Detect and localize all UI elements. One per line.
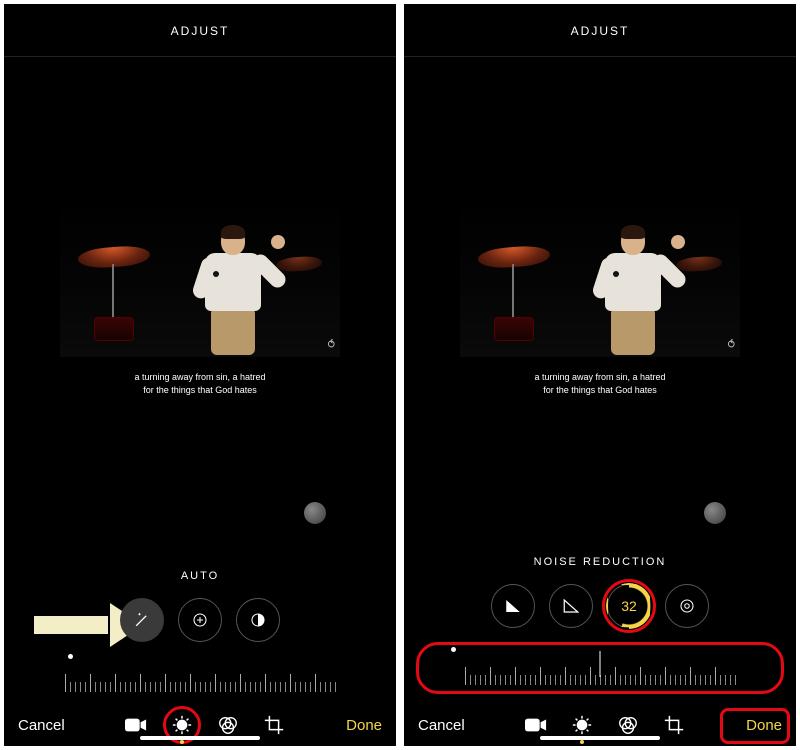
value-slider[interactable]: /*ticks drawn below via template*/	[4, 652, 396, 702]
exposure-icon	[191, 611, 209, 629]
highlight-box	[720, 708, 790, 744]
video-icon	[125, 717, 147, 733]
vignette-button[interactable]	[665, 584, 709, 628]
home-indicator[interactable]	[540, 736, 660, 740]
highlight-ring	[602, 579, 656, 633]
crop-mode-button[interactable]	[663, 714, 685, 736]
cancel-button[interactable]: Cancel	[18, 717, 65, 734]
done-button[interactable]: Done	[346, 717, 382, 734]
subtitle-text: a turning away from sin, a hatred for th…	[134, 371, 265, 396]
editor-screen-noise: ADJUST ⥀ a turning away from sin, a hatr…	[404, 4, 796, 746]
playhead-dot[interactable]	[704, 502, 726, 524]
page-title: ADJUST	[4, 4, 396, 57]
crop-mode-button[interactable]	[263, 714, 285, 736]
filters-mode-button[interactable]	[217, 714, 239, 736]
value-slider[interactable]	[416, 642, 784, 694]
subtitle-text: a turning away from sin, a hatred for th…	[534, 371, 665, 396]
filters-mode-button[interactable]	[617, 714, 639, 736]
auto-enhance-button[interactable]	[120, 598, 164, 642]
filters-icon	[217, 714, 239, 736]
video-mode-button[interactable]	[125, 714, 147, 736]
crop-icon	[663, 714, 685, 736]
crop-icon	[263, 714, 285, 736]
exposure-button[interactable]	[178, 598, 222, 642]
loop-icon: ⥀	[727, 338, 734, 351]
bottom-toolbar: Cancel Done	[404, 702, 796, 746]
filters-icon	[617, 714, 639, 736]
loop-icon: ⥀	[327, 338, 334, 351]
cancel-button[interactable]: Cancel	[418, 717, 465, 734]
video-preview[interactable]: ⥀ a turning away from sin, a hatred for …	[404, 57, 796, 548]
adjust-tools-row: 32	[404, 584, 796, 638]
adjust-dial-icon	[571, 714, 593, 736]
editor-screen-auto: ADJUST ⥀ a turning away from sin, a hatr…	[4, 4, 396, 746]
slider-center-mark	[600, 651, 601, 677]
sharpness-icon	[504, 597, 522, 615]
video-frame: ⥀	[460, 197, 740, 357]
sharpness-button[interactable]	[491, 584, 535, 628]
video-preview[interactable]: ⥀ a turning away from sin, a hatred for …	[4, 57, 396, 562]
definition-icon	[562, 597, 580, 615]
video-mode-button[interactable]	[525, 714, 547, 736]
video-icon	[525, 717, 547, 733]
adjust-mode-button[interactable]	[571, 714, 593, 736]
definition-button[interactable]	[549, 584, 593, 628]
bottom-toolbar: Cancel Done	[4, 702, 396, 746]
noise-reduction-button[interactable]: 32	[607, 584, 651, 628]
contrast-icon	[249, 611, 267, 629]
tool-label: AUTO	[4, 562, 396, 598]
adjust-mode-button[interactable]	[171, 714, 193, 736]
home-indicator[interactable]	[140, 736, 260, 740]
adjust-tools-row	[4, 598, 396, 652]
contrast-button[interactable]	[236, 598, 280, 642]
vignette-icon	[678, 597, 696, 615]
tool-label: NOISE REDUCTION	[404, 548, 796, 584]
playhead-dot[interactable]	[304, 502, 326, 524]
magic-wand-icon	[132, 610, 152, 630]
page-title: ADJUST	[404, 4, 796, 57]
video-frame: ⥀	[60, 197, 340, 357]
